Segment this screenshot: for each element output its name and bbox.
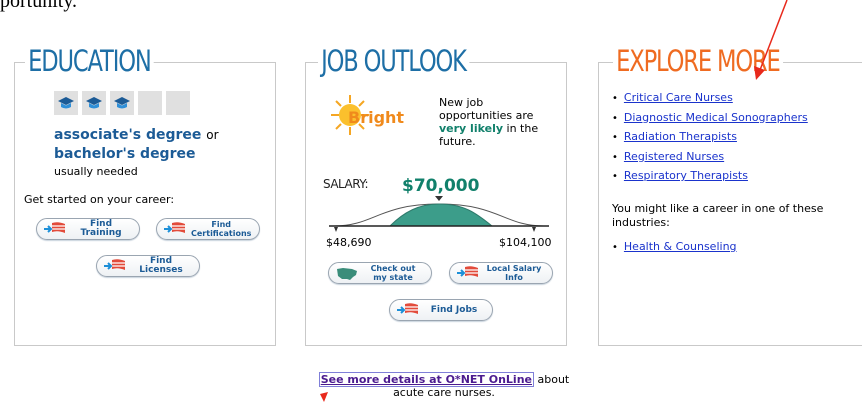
list-item: Diagnostic Medical Sonographers [612, 109, 808, 129]
or-text: or [206, 128, 219, 142]
annotation-arrow-icon [320, 392, 328, 402]
career-link[interactable]: Diagnostic Medical Sonographers [624, 111, 808, 124]
outlook-description: New job opportunities are very likely in… [439, 96, 549, 148]
grad-cap-icon [110, 91, 134, 115]
find-licenses-label: Find Licenses [139, 256, 183, 275]
find-jobs-button[interactable]: Find Jobs [389, 299, 493, 321]
job-outlook-title: JOB OUTLOOK [318, 44, 469, 78]
career-link[interactable]: Registered Nurses [624, 150, 724, 163]
grad-cap-icon [54, 91, 78, 115]
education-title: EDUCATION [25, 44, 154, 78]
local-salary-info-label: Local Salary Info [486, 264, 542, 282]
salary-low: $48,690 [326, 236, 372, 249]
find-licenses-button[interactable]: Find Licenses [96, 255, 200, 277]
outlook-line1: New job opportunities are [439, 96, 534, 122]
flag-icon [457, 266, 478, 277]
salary-high: $104,100 [499, 236, 552, 249]
salary-label: SALARY: [323, 177, 369, 191]
industries-list: Health & Counseling [612, 238, 737, 258]
list-item: Registered Nurses [612, 148, 808, 168]
empty-level-box [166, 91, 190, 115]
find-jobs-label: Find Jobs [430, 304, 478, 315]
about-text: about [537, 373, 570, 386]
career-link[interactable]: Respiratory Therapists [624, 169, 748, 182]
degree-bachelor: bachelor's degree [54, 146, 196, 162]
education-level-indicator [54, 91, 190, 115]
check-out-my-state-label: Check out my state [370, 264, 416, 282]
flag-icon [397, 303, 418, 314]
list-item: Health & Counseling [612, 238, 737, 258]
acute-care-nurses-text: acute care nurses. [393, 386, 495, 399]
salary-median-value: $70,000 [402, 176, 480, 196]
outlook-bright-label: Bright [348, 108, 405, 127]
list-item: Respiratory Therapists [612, 167, 808, 187]
us-map-icon [337, 268, 357, 280]
find-certifications-label: Find Certifications [191, 220, 252, 238]
onet-online-link[interactable]: See more details at O*NET OnLine [318, 372, 534, 387]
flag-icon [164, 222, 185, 233]
onet-details: See more details at O*NET OnLine about a… [304, 372, 584, 399]
check-out-my-state-button[interactable]: Check out my state [328, 262, 432, 284]
industries-text: You might like a career in one of these … [612, 202, 824, 229]
degree-associate: associate's degree [54, 127, 202, 143]
annotation-arrow-icon [754, 0, 788, 80]
previous-text-fragment: portunity. [0, 0, 78, 12]
career-link[interactable]: Critical Care Nurses [624, 91, 733, 104]
list-item: Critical Care Nurses [612, 89, 808, 109]
very-likely-text: very likely [439, 122, 504, 135]
usually-needed-text: usually needed [54, 165, 138, 178]
local-salary-info-button[interactable]: Local Salary Info [449, 262, 553, 284]
industry-link[interactable]: Health & Counseling [624, 240, 737, 253]
related-careers-list: Critical Care Nurses Diagnostic Medical … [612, 89, 808, 187]
flag-icon [44, 222, 65, 233]
grad-cap-icon [82, 91, 106, 115]
career-link[interactable]: Radiation Therapists [624, 130, 737, 143]
list-item: Radiation Therapists [612, 128, 808, 148]
flag-icon [104, 259, 125, 270]
find-training-button[interactable]: Find Training [36, 218, 140, 240]
find-certifications-button[interactable]: Find Certifications [156, 218, 260, 240]
empty-level-box [138, 91, 162, 115]
salary-distribution-chart [329, 196, 549, 232]
find-training-label: Find Training [80, 219, 122, 238]
get-started-text: Get started on your career: [24, 193, 175, 206]
